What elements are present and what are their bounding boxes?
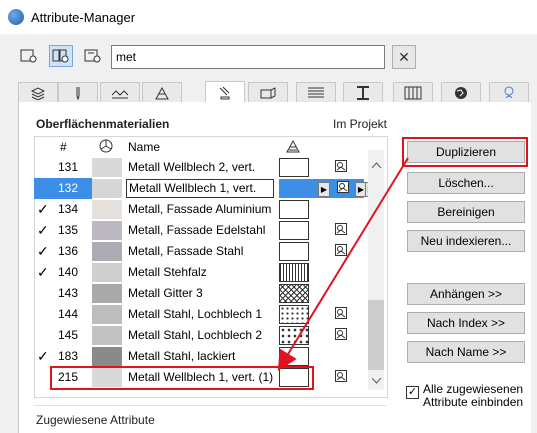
assigned-check: ✓: [37, 201, 49, 217]
layers-icon: [30, 86, 46, 100]
material-name: Metall, Fassade Aluminium: [128, 202, 272, 216]
material-name: Metall Stehfalz: [128, 265, 207, 279]
row-index: 131: [58, 160, 79, 174]
pen-icon: [76, 86, 80, 100]
color-wheel-icon: [99, 139, 113, 153]
tab-mep[interactable]: [393, 82, 433, 102]
assigned-check: ✓: [37, 222, 49, 238]
tab-lines[interactable]: [100, 82, 140, 102]
tab-profiles[interactable]: [343, 82, 383, 102]
row-index: 145: [58, 328, 79, 342]
split-view-icon: [52, 49, 69, 63]
row-index: 136: [58, 244, 79, 258]
by-index-button[interactable]: Nach Index >>: [407, 312, 525, 334]
assigned-section-title: Zugewiesene Attribute: [36, 413, 155, 427]
row-index: 140: [58, 265, 79, 279]
column-header-index[interactable]: #: [60, 140, 67, 154]
tab-operations[interactable]: [489, 82, 529, 102]
clear-search-button[interactable]: ✕: [392, 45, 416, 69]
tab-zones[interactable]: [296, 82, 336, 102]
material-name: Metall, Fassade Stahl: [128, 244, 244, 258]
view-list-button[interactable]: [17, 45, 41, 67]
section-divider: [34, 405, 386, 406]
append-button[interactable]: Anhängen >>: [407, 283, 525, 305]
reindex-button[interactable]: Neu indexieren...: [407, 230, 525, 252]
fill-icon: [155, 86, 169, 99]
row-index: 132: [58, 181, 79, 195]
section-title: Oberflächenmaterialien: [36, 117, 170, 131]
row-index: 183: [58, 349, 79, 363]
material-swatch: [92, 347, 122, 366]
surface-icon: [219, 86, 230, 99]
list-view-icon: [20, 49, 37, 63]
material-swatch: [92, 284, 122, 303]
material-name: Metall Stahl, Lochblech 1: [128, 307, 263, 321]
by-name-button[interactable]: Nach Name >>: [407, 341, 525, 363]
include-assigned-checkbox[interactable]: ✓: [406, 386, 419, 399]
assigned-check: ✓: [37, 264, 49, 280]
material-swatch: [92, 326, 122, 345]
tab-layers[interactable]: [18, 82, 58, 102]
zone-icon: [308, 87, 324, 97]
material-swatch: [92, 263, 122, 282]
globe-icon: [455, 86, 467, 99]
material-swatch: [92, 242, 122, 261]
delete-button[interactable]: Löschen...: [407, 172, 525, 194]
mep-icon: [404, 86, 422, 99]
view-detail-button[interactable]: [81, 45, 105, 67]
material-swatch: [92, 200, 122, 219]
assigned-check: ✓: [37, 348, 49, 364]
material-name[interactable]: Metall Wellblech 1, vert.: [126, 179, 274, 198]
row-index: 144: [58, 307, 79, 321]
material-swatch: [92, 179, 122, 198]
app-icon: [8, 9, 24, 25]
material-swatch: [92, 158, 122, 177]
material-swatch: [92, 221, 122, 240]
title-bar: Attribute-Manager: [0, 0, 537, 34]
tab-pens[interactable]: [58, 82, 98, 102]
material-name: Metall Stahl, lackiert: [128, 349, 236, 363]
tab-globe[interactable]: [441, 82, 481, 102]
material-name: Metall, Fassade Edelstahl: [128, 223, 266, 237]
operation-icon: [504, 86, 514, 98]
material-swatch: [92, 305, 122, 324]
assigned-check: ✓: [37, 243, 49, 259]
window-title: Attribute-Manager: [31, 10, 136, 25]
column-header-swatch[interactable]: [99, 139, 113, 156]
column-header-name[interactable]: Name: [128, 140, 160, 154]
material-name: Metall Gitter 3: [128, 286, 203, 300]
row-index: 135: [58, 223, 79, 237]
material-name: Metall Stahl, Lochblech 2: [128, 328, 263, 342]
tab-fills[interactable]: [142, 82, 182, 102]
purge-button[interactable]: Bereinigen: [407, 201, 525, 223]
include-assigned-label-line2: Attribute einbinden: [423, 395, 524, 409]
profile-icon: [357, 85, 369, 100]
annotation-arrow: [277, 157, 409, 371]
row-index: 134: [58, 202, 79, 216]
search-input[interactable]: [111, 45, 385, 69]
line-icon: [111, 89, 129, 98]
detail-view-icon: [84, 49, 101, 63]
include-assigned-label: Alle zugewiesenen Attribute einbinden: [423, 383, 523, 409]
in-project-label: Im Projekt: [333, 117, 388, 131]
tab-composites[interactable]: [248, 82, 288, 102]
tab-surfaces[interactable]: [205, 81, 245, 103]
composite-icon: [260, 86, 276, 98]
duplicate-highlight: [402, 137, 528, 167]
view-split-button[interactable]: [49, 45, 73, 67]
material-name: Metall Wellblech 2, vert.: [128, 160, 256, 174]
row-index: 143: [58, 286, 79, 300]
